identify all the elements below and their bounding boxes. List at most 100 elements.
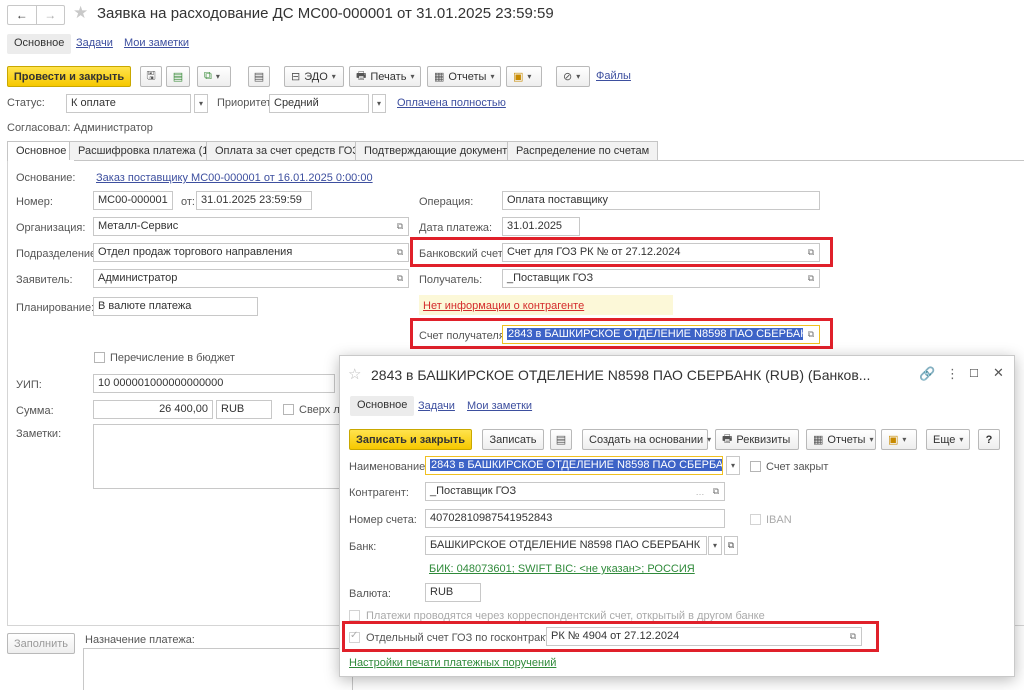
date-field[interactable]: 31.01.2025 23:59:59 xyxy=(196,191,312,210)
applicant-value: Администратор xyxy=(98,272,178,284)
section-tab-main[interactable]: Основное xyxy=(7,34,72,54)
close-icon[interactable]: ✕ xyxy=(993,365,1004,381)
account-number-field[interactable]: 40702810987541952843 xyxy=(425,509,725,528)
organization-label: Организация: xyxy=(16,222,86,234)
bank-dropdown[interactable]: ▾ xyxy=(708,536,722,555)
paid-fully-link[interactable]: Оплачена полностью xyxy=(397,97,506,109)
organization-field[interactable]: Металл-Сервис ⧉ xyxy=(93,217,409,236)
tab-supporting-docs[interactable]: Подтверждающие документы xyxy=(355,141,525,160)
favorite-star-icon[interactable]: ☆ xyxy=(348,365,361,383)
uip-field[interactable]: 10 000001000000000000 xyxy=(93,374,335,393)
more-vertical-icon[interactable]: ⋮ xyxy=(946,366,959,382)
print-button[interactable]: 🖶 Печать ▾ xyxy=(349,66,421,87)
help-button[interactable]: ? xyxy=(978,429,1000,450)
section-tab-tasks[interactable]: Задачи xyxy=(76,37,113,49)
payment-purpose-label: Назначение платежа: xyxy=(85,634,195,646)
more-button[interactable]: Еще ▾ xyxy=(926,429,970,450)
number-label: Номер: xyxy=(16,196,53,208)
operation-field[interactable]: Оплата поставщику xyxy=(502,191,820,210)
create-based-button[interactable]: Создать на основании ▾ xyxy=(582,429,711,450)
save-close-label: Записать и закрыть xyxy=(355,433,466,446)
account-closed-checkbox[interactable] xyxy=(750,461,761,472)
chevron-down-icon: ▾ xyxy=(490,72,495,81)
bik-link[interactable]: БИК: 048073601; SWIFT BIC: <не указан>; … xyxy=(429,563,695,575)
dialog-name-value: 2843 в БАШКИРСКОЕ ОТДЕЛЕНИЕ N8598 ПАО СБ… xyxy=(430,459,722,471)
department-value: Отдел продаж торгового направления xyxy=(98,246,293,258)
dialog-section-tab-main[interactable]: Основное xyxy=(350,396,415,416)
payment-purpose-textarea[interactable] xyxy=(83,648,353,690)
list-button[interactable]: ▤ xyxy=(550,429,572,450)
create-doc-button[interactable]: ▣ ▾ xyxy=(881,429,917,450)
notes-textarea[interactable] xyxy=(93,424,343,489)
priority-value: Средний xyxy=(274,97,319,109)
dialog-section-tab-tasks[interactable]: Задачи xyxy=(418,400,455,412)
attach-button[interactable]: ⊘ ▾ xyxy=(556,66,590,87)
tab-main[interactable]: Основное xyxy=(7,141,76,161)
link-icon[interactable]: 🔗 xyxy=(919,366,935,382)
back-arrow-icon[interactable]: ← xyxy=(8,6,37,24)
favorite-star-icon[interactable]: ★ xyxy=(73,3,88,23)
amount-field[interactable]: 26 400,00 xyxy=(93,400,213,419)
bank-field[interactable]: БАШКИРСКОЕ ОТДЕЛЕНИЕ N8598 ПАО СБЕРБАНК xyxy=(425,536,707,555)
dialog-section-tab-notes[interactable]: Мои заметки xyxy=(467,400,532,412)
basis-link[interactable]: Заказ поставщику МС00-000001 от 16.01.20… xyxy=(96,172,373,184)
iban-checkbox[interactable] xyxy=(750,514,761,525)
tab-goz-payment[interactable]: Оплата за счет средств ГОЗ xyxy=(206,141,368,160)
ellipsis-icon[interactable]: … xyxy=(692,483,708,500)
reports-button[interactable]: ▦ Отчеты ▾ xyxy=(806,429,876,450)
currency-field[interactable]: RUB xyxy=(216,400,272,419)
files-link[interactable]: Файлы xyxy=(596,70,631,82)
open-icon[interactable]: ⧉ xyxy=(803,270,819,287)
post-close-button[interactable]: Провести и закрыть xyxy=(7,66,131,87)
counterparty-field[interactable]: _Поставщик ГОЗ … ⧉ xyxy=(425,482,725,501)
tab-payment-details[interactable]: Расшифровка платежа (1) xyxy=(69,141,222,160)
save-label: Записать xyxy=(489,433,537,446)
save-button[interactable]: Записать xyxy=(482,429,544,450)
open-icon[interactable]: ⧉ xyxy=(708,483,724,500)
payment-date-field[interactable]: 31.01.2025 xyxy=(502,217,580,236)
section-tab-notes[interactable]: Мои заметки xyxy=(124,37,189,49)
chevron-down-icon: ▾ xyxy=(527,72,532,81)
forward-arrow-icon[interactable]: → xyxy=(37,6,65,24)
budget-transfer-checkbox[interactable] xyxy=(94,352,105,363)
recipient-field[interactable]: _Поставщик ГОЗ ⧉ xyxy=(502,269,820,288)
budget-transfer-label: Перечисление в бюджет xyxy=(110,352,235,364)
dialog-name-dropdown[interactable]: ▾ xyxy=(726,456,740,475)
dialog-name-field[interactable]: 2843 в БАШКИРСКОЕ ОТДЕЛЕНИЕ N8598 ПАО СБ… xyxy=(425,456,723,475)
bank-value: БАШКИРСКОЕ ОТДЕЛЕНИЕ N8598 ПАО СБЕРБАНК xyxy=(430,539,701,551)
requisites-button[interactable]: 🖶 Реквизиты xyxy=(715,429,799,450)
department-field[interactable]: Отдел продаж торгового направления ⧉ xyxy=(93,243,409,262)
corr-account-checkbox[interactable] xyxy=(349,610,360,621)
post-button[interactable]: ▤ xyxy=(166,66,190,87)
edo-button[interactable]: ⊟ ЭДО ▾ xyxy=(284,66,344,87)
tab-account-distribution[interactable]: Распределение по счетам xyxy=(507,141,659,160)
dialog-name-label: Наименование: xyxy=(349,461,429,473)
open-icon[interactable]: ⧉ xyxy=(392,244,408,261)
structure-button[interactable]: ⧉ ▾ xyxy=(197,66,231,87)
create-based-button[interactable]: ▣ ▾ xyxy=(506,66,542,87)
reports-button[interactable]: ▦ Отчеты ▾ xyxy=(427,66,501,87)
list-button[interactable]: ▤ xyxy=(248,66,270,87)
save-button[interactable]: 🖫 xyxy=(140,66,162,87)
priority-dropdown[interactable]: ▾ xyxy=(372,94,386,113)
number-field[interactable]: МС00-000001 xyxy=(93,191,173,210)
applicant-field[interactable]: Администратор ⧉ xyxy=(93,269,409,288)
maximize-icon[interactable]: ☐ xyxy=(969,367,979,380)
open-icon[interactable]: ⧉ xyxy=(392,218,408,235)
dialog-currency-field[interactable]: RUB xyxy=(425,583,481,602)
save-close-button[interactable]: Записать и закрыть xyxy=(349,429,472,450)
bank-open-button[interactable]: ⧉ xyxy=(724,536,738,555)
status-dropdown[interactable]: ▾ xyxy=(194,94,208,113)
counterparty-value: _Поставщик ГОЗ xyxy=(430,485,517,497)
account-closed-label: Счет закрыт xyxy=(766,461,829,473)
fill-button[interactable]: Заполнить xyxy=(7,633,75,654)
over-limit-checkbox[interactable] xyxy=(283,404,294,415)
open-icon[interactable]: ⧉ xyxy=(392,270,408,287)
print-settings-link[interactable]: Настройки печати платежных поручений xyxy=(349,657,556,669)
priority-field[interactable]: Средний xyxy=(269,94,369,113)
create-doc-icon: ▣ xyxy=(513,71,524,83)
status-field[interactable]: К оплате xyxy=(66,94,191,113)
no-info-link[interactable]: Нет информации о контрагенте xyxy=(423,300,584,312)
planning-field[interactable]: В валюте платежа xyxy=(93,297,258,316)
chevron-down-icon: ▾ xyxy=(410,72,415,81)
